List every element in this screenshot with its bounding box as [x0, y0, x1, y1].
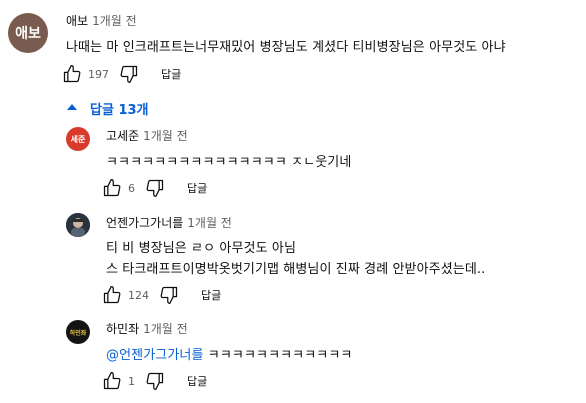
- mention-link[interactable]: @언젠가그가너를: [106, 348, 204, 363]
- reply-author[interactable]: 하민좌: [106, 322, 139, 336]
- comment-time[interactable]: 1개월 전: [92, 14, 137, 28]
- thumbs-down-icon[interactable]: [145, 371, 165, 391]
- reply-actions: 1 답글: [102, 371, 207, 391]
- thumbs-down-icon[interactable]: [145, 178, 165, 198]
- reply-author-line: 하민좌 1개월 전: [106, 320, 188, 337]
- reply-time[interactable]: 1개월 전: [143, 129, 188, 143]
- reply-author[interactable]: 고세준: [106, 129, 139, 143]
- comment-text: 나때는 마 인크래프트는너무재밌어 병장님도 계셨다 티비병장님은 아무것도 아…: [66, 40, 506, 55]
- reply-time[interactable]: 1개월 전: [187, 216, 232, 230]
- caret-up-icon: [66, 101, 82, 116]
- comment-author[interactable]: 애보: [66, 14, 88, 28]
- reply-text: ㅋㅋㅋㅋㅋㅋㅋㅋㅋㅋㅋㅋㅋㅋㅋ ㅈㄴ웃기네: [106, 155, 352, 170]
- reply-button[interactable]: 답글: [161, 66, 181, 82]
- reply-actions: 124 답글: [102, 285, 221, 305]
- reply-time[interactable]: 1개월 전: [143, 322, 188, 336]
- reply-text: @언젠가그가너를 ㅋㅋㅋㅋㅋㅋㅋㅋㅋㅋㅋㅋ: [106, 344, 352, 363]
- like-count: 124: [128, 288, 149, 302]
- thumbs-up-icon[interactable]: [62, 64, 82, 84]
- reply-button[interactable]: 답글: [187, 373, 207, 389]
- reply-author-line: 고세준 1개월 전: [106, 127, 188, 144]
- reply-text-body: ㅋㅋㅋㅋㅋㅋㅋㅋㅋㅋㅋㅋ: [203, 348, 353, 363]
- reply-author-line: 언젠가그가너를 1개월 전: [106, 214, 232, 231]
- thumbs-down-icon[interactable]: [119, 64, 139, 84]
- reply-button[interactable]: 답글: [187, 180, 207, 196]
- replies-toggle[interactable]: 답글 13개: [66, 99, 149, 118]
- reply-author[interactable]: 언젠가그가너를: [106, 216, 183, 230]
- comment-actions: 197 답글: [62, 64, 181, 84]
- reply-text-line-2: 스 타크래프트이명박옷벗기기맵 해병님이 진짜 경례 안받아주셨는데..: [106, 262, 486, 277]
- avatar-image: [66, 213, 90, 237]
- reply-avatar[interactable]: 세준: [66, 127, 90, 151]
- reply-avatar[interactable]: [66, 213, 90, 237]
- reply-actions: 6 답글: [102, 178, 207, 198]
- avatar-text: 세준: [70, 134, 86, 144]
- avatar-text: 하민좌: [69, 329, 87, 337]
- thumbs-up-icon[interactable]: [102, 285, 122, 305]
- thumbs-up-icon[interactable]: [102, 178, 122, 198]
- replies-toggle-label: 답글 13개: [90, 103, 149, 118]
- thumbs-up-icon[interactable]: [102, 371, 122, 391]
- like-count: 197: [88, 67, 109, 81]
- reply-button[interactable]: 답글: [201, 287, 221, 303]
- avatar-text: 애보: [15, 26, 41, 42]
- comment-author-line: 애보 1개월 전: [66, 12, 137, 29]
- like-count: 6: [128, 181, 135, 195]
- reply-text-line-1: 티 비 병장님은 ㄹㅇ 아무것도 아님: [106, 241, 297, 256]
- avatar[interactable]: 애보: [8, 13, 48, 53]
- like-count: 1: [128, 374, 135, 388]
- thumbs-down-icon[interactable]: [159, 285, 179, 305]
- reply-avatar[interactable]: 하민좌: [66, 320, 90, 344]
